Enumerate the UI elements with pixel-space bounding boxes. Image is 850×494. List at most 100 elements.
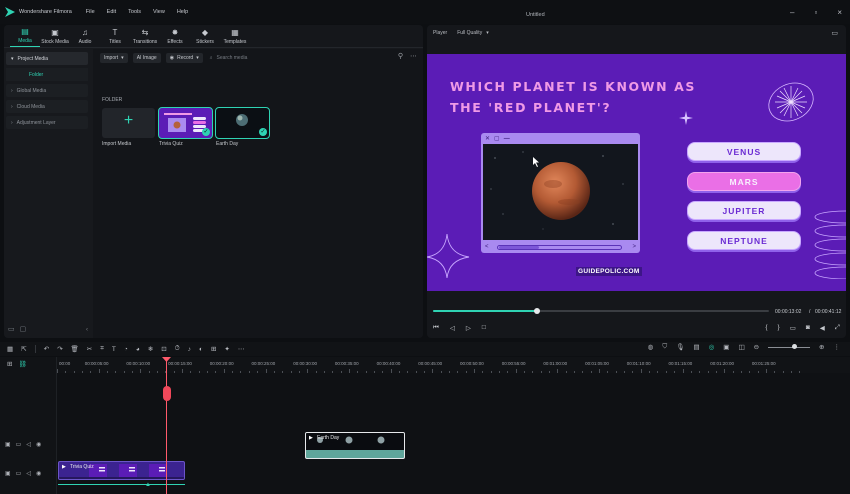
tab-stickers[interactable]: ◆ Stickers bbox=[190, 26, 220, 47]
volume-icon[interactable]: ◀ bbox=[820, 324, 825, 332]
layout-icon[interactable]: ▦ bbox=[7, 345, 13, 353]
grid-menu-icon[interactable]: ⋮ bbox=[834, 343, 841, 351]
collapse-sidebar-icon[interactable]: ‹ bbox=[86, 327, 88, 333]
import-dropdown[interactable]: Import ▾ bbox=[100, 52, 128, 63]
text-icon[interactable]: T bbox=[112, 346, 116, 353]
camera-icon[interactable]: ◙ bbox=[806, 324, 810, 332]
keyframe-icon[interactable]: ◫ bbox=[738, 343, 744, 351]
close-icon[interactable]: × bbox=[837, 9, 842, 17]
eye-icon[interactable]: ◉ bbox=[36, 470, 41, 477]
menu-edit[interactable]: Edit bbox=[107, 9, 116, 15]
undo-icon[interactable]: ↶ bbox=[44, 345, 49, 353]
menu-help[interactable]: Help bbox=[177, 9, 188, 15]
folder-icon[interactable]: ▭ bbox=[16, 470, 22, 477]
timeline-ruler[interactable]: 00:00 00:00:05:00 00:00:10:00 00:00:15:00 00… bbox=[0, 357, 850, 373]
folder-icon[interactable]: ▭ bbox=[16, 441, 22, 448]
menu-view[interactable]: View bbox=[153, 9, 165, 15]
media-item-trivia-quiz[interactable]: ✓ bbox=[158, 107, 213, 139]
more-tools-icon[interactable]: ⋯ bbox=[238, 345, 245, 353]
more-icon[interactable]: ⋯ bbox=[410, 52, 417, 60]
transform-icon[interactable]: ⊡ bbox=[161, 345, 166, 353]
play-backward-icon[interactable]: ◁ bbox=[450, 324, 455, 332]
chevron-down-icon[interactable]: ▾ bbox=[486, 30, 489, 36]
zoom-slider[interactable] bbox=[768, 344, 811, 349]
tab-transitions[interactable]: ⇆ Transitions bbox=[130, 26, 160, 47]
fullscreen-icon[interactable]: ⤢ bbox=[835, 324, 840, 332]
tab-stock-media[interactable]: ▣ Stock Media bbox=[40, 26, 70, 47]
clip-earth-day[interactable]: Earth Day ▶ bbox=[305, 432, 405, 459]
tab-templates[interactable]: ▦ Templates bbox=[220, 26, 250, 47]
tab-audio[interactable]: ♫ Audio bbox=[70, 26, 100, 47]
menu-tools[interactable]: Tools bbox=[128, 9, 141, 15]
freeze-icon[interactable]: ❄ bbox=[148, 345, 153, 353]
stop-icon[interactable]: □ bbox=[482, 324, 486, 332]
sidebar-item-cloud-media[interactable]: › Cloud Media bbox=[6, 100, 88, 113]
marker-icon[interactable]: ▣ bbox=[723, 343, 729, 351]
mask-icon[interactable]: ◐ bbox=[199, 346, 203, 353]
split-icon[interactable]: ✂ bbox=[87, 345, 92, 353]
sidebar-item-adjustment-layer[interactable]: › Adjustment Layer bbox=[6, 116, 88, 129]
play-icon[interactable]: ▷ bbox=[466, 324, 471, 332]
sidebar-item-folder[interactable]: Folder bbox=[6, 68, 88, 81]
mark-in-icon[interactable]: { bbox=[765, 324, 767, 332]
select-tool-icon[interactable]: ⇱ bbox=[21, 345, 26, 353]
sidebar-item-project-media[interactable]: ▾ Project Media bbox=[6, 52, 88, 65]
zoom-in-icon[interactable]: ⊕ bbox=[819, 343, 824, 351]
new-folder-icon[interactable]: ▭ bbox=[8, 325, 15, 333]
maximize-icon[interactable]: ▫ bbox=[814, 9, 817, 17]
color-icon[interactable]: ◕ bbox=[136, 346, 140, 353]
import-folder-icon[interactable]: ▢ bbox=[20, 325, 27, 333]
tab-media[interactable]: ▤ Media bbox=[10, 26, 40, 47]
zoom-out-icon[interactable]: ⊖ bbox=[754, 343, 759, 351]
delete-icon[interactable]: 🗑 bbox=[71, 345, 79, 353]
zoom-slider-knob[interactable] bbox=[792, 344, 798, 349]
import-media-tile[interactable]: + bbox=[102, 108, 155, 138]
tab-effects[interactable]: ✸ Effects bbox=[160, 26, 190, 47]
ai-image-button[interactable]: AI Image bbox=[132, 52, 161, 63]
stabilize-icon[interactable]: ⊞ bbox=[211, 345, 216, 353]
snapshot-icon[interactable]: ▭ bbox=[831, 29, 838, 37]
filmora-logo-icon bbox=[5, 7, 15, 17]
mark-out-icon[interactable]: } bbox=[778, 324, 780, 332]
tab-label: Effects bbox=[167, 38, 183, 45]
shield-icon[interactable]: ⛉ bbox=[662, 343, 667, 351]
render-icon[interactable]: ◍ bbox=[648, 343, 654, 351]
audio-detach-icon[interactable]: ♪ bbox=[188, 346, 191, 353]
tab-titles[interactable]: T Titles bbox=[100, 26, 130, 47]
progress-knob[interactable] bbox=[534, 307, 541, 314]
answer-neptune: NEPTUNE bbox=[687, 231, 801, 250]
menu-file[interactable]: File bbox=[86, 9, 95, 15]
redo-icon[interactable]: ↷ bbox=[57, 345, 62, 353]
minimize-icon[interactable]: – bbox=[790, 9, 794, 17]
playhead-handle[interactable] bbox=[163, 386, 171, 401]
previous-frame-icon[interactable]: ⏮ bbox=[433, 324, 439, 332]
snap-icon[interactable]: ◎ bbox=[709, 343, 715, 351]
voiceover-icon[interactable]: ▤ bbox=[693, 343, 699, 351]
microphone-icon[interactable]: 🎙 bbox=[676, 343, 684, 351]
media-item-earth-day[interactable]: ✓ bbox=[215, 107, 270, 139]
sidebar-item-global-media[interactable]: › Global Media bbox=[6, 84, 88, 97]
add-track-icon[interactable]: ⊞ bbox=[7, 360, 12, 368]
transitions-icon: ⇆ bbox=[141, 27, 149, 37]
filter-icon[interactable]: ⚲ bbox=[398, 52, 403, 60]
audio-icon[interactable]: ◁ bbox=[26, 441, 31, 448]
clip-marker-icon: ▲ bbox=[145, 482, 151, 488]
media-icon: ▤ bbox=[21, 27, 29, 36]
crop-icon[interactable]: ⌗ bbox=[100, 345, 104, 353]
ai-icon[interactable]: ✦ bbox=[224, 345, 229, 353]
eye-icon[interactable]: ◉ bbox=[36, 441, 41, 448]
record-dropdown[interactable]: ◉ Record ▾ bbox=[165, 52, 203, 63]
display-icon[interactable]: ▭ bbox=[790, 324, 796, 332]
speed-icon[interactable]: ◔ bbox=[124, 346, 128, 353]
current-time: 00:00:13:02 bbox=[775, 309, 802, 315]
ruler-tick-label: 00:00:05:00 bbox=[84, 361, 109, 366]
search-input[interactable]: ⌕ Search media bbox=[210, 55, 248, 61]
ruler-tick-label: 00:00:20:00 bbox=[209, 361, 234, 366]
playback-progress-bar[interactable] bbox=[433, 307, 769, 314]
timer-icon[interactable]: ⏱ bbox=[175, 345, 180, 353]
quality-dropdown[interactable]: Full Quality bbox=[457, 30, 482, 36]
audio-icon[interactable]: ◁ bbox=[26, 470, 31, 477]
link-icon[interactable]: ⛓ bbox=[18, 360, 26, 368]
playhead-line[interactable] bbox=[166, 360, 167, 494]
total-time: 00:00:41:12 bbox=[815, 309, 842, 315]
